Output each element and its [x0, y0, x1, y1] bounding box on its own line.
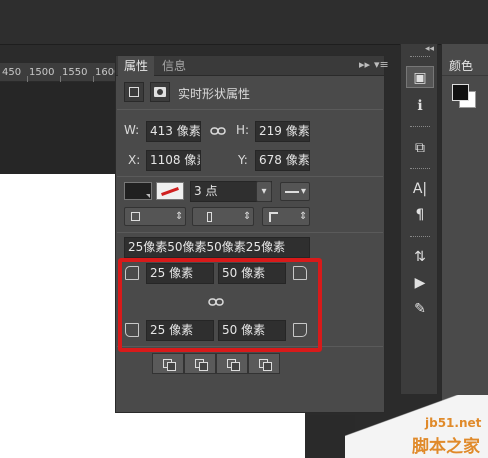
stroke-corners-dropdown[interactable]: ⇕: [262, 207, 310, 226]
exclude-overlapping-shapes-icon[interactable]: [248, 353, 280, 374]
divider: [117, 176, 383, 177]
ruler-label: 1500: [29, 67, 55, 78]
paragraph-icon[interactable]: ¶: [406, 204, 434, 226]
height-field[interactable]: 219 像素: [255, 121, 310, 142]
shape-properties-icon[interactable]: [124, 82, 144, 102]
info-icon[interactable]: ℹ: [406, 95, 434, 117]
subtract-front-shape-icon[interactable]: [184, 353, 216, 374]
watermark-name: 脚本之家: [412, 437, 480, 457]
panel-menu-icon[interactable]: ▾≡: [374, 58, 389, 71]
foreground-color-swatch[interactable]: [452, 84, 469, 101]
y-label: Y:: [238, 153, 248, 167]
path-operations-group: [152, 353, 282, 374]
tab-info[interactable]: 信息: [156, 56, 192, 76]
3d-icon[interactable]: ▣: [406, 66, 434, 88]
horizontal-ruler: 450 1500 1550 1600: [0, 63, 120, 82]
stroke-caps-dropdown[interactable]: ⇕: [192, 207, 254, 226]
link-dimensions-icon[interactable]: [210, 126, 226, 136]
intersect-shape-areas-icon[interactable]: [216, 353, 248, 374]
panel-tab-bar: 属性 信息 ▸▸ ▾≡: [116, 56, 389, 76]
actions-icon[interactable]: ⇅: [406, 246, 434, 268]
fill-color-swatch[interactable]: [124, 182, 152, 200]
width-label: W:: [124, 123, 140, 137]
panel-collapse-icon[interactable]: ▸▸: [359, 58, 370, 71]
stroke-width-value: 3 点: [194, 184, 218, 198]
ruler-label: 450: [2, 67, 22, 78]
play-icon[interactable]: ▶: [406, 272, 434, 294]
stroke-width-dropdown-icon[interactable]: ▾: [256, 181, 272, 202]
ruler-label: 1550: [62, 67, 88, 78]
y-field[interactable]: 678 像素: [255, 150, 310, 171]
tool-presets-icon[interactable]: ✎: [406, 298, 434, 320]
section-title: 实时形状属性: [178, 87, 251, 101]
tab-color[interactable]: 颜色: [442, 56, 488, 76]
color-panel: 颜色: [441, 44, 488, 444]
combine-shapes-icon[interactable]: [152, 353, 184, 374]
collapse-arrows-icon[interactable]: ◂◂: [425, 44, 434, 54]
corner-radii-summary[interactable]: 25像素50像素50像素25像素: [124, 237, 310, 258]
history-icon[interactable]: ⧉: [406, 137, 434, 159]
canvas-pasteboard: [0, 82, 118, 174]
character-icon[interactable]: A|: [406, 178, 434, 200]
x-field[interactable]: 1108 像素: [146, 150, 201, 171]
stroke-color-swatch[interactable]: [156, 182, 184, 200]
watermark-site: jb51.net: [425, 416, 482, 430]
stroke-align-dropdown[interactable]: ⇕: [124, 207, 186, 226]
x-label: X:: [128, 153, 141, 167]
properties-panel: 属性 信息 ▸▸ ▾≡ 实时形状属性 W: 413 像素 H: 219 像素 X…: [115, 55, 389, 413]
stroke-type-dropdown[interactable]: ▾: [280, 182, 310, 201]
divider: [117, 109, 383, 110]
height-label: H:: [236, 123, 250, 137]
corner-radius-highlight: [118, 258, 322, 352]
app-top-bar: [0, 0, 488, 45]
width-field[interactable]: 413 像素: [146, 121, 201, 142]
divider: [117, 232, 383, 233]
panel-icon-strip: ◂◂ ▣ ℹ ⧉ A| ¶ ⇅ ▶ ✎: [400, 44, 438, 394]
tab-properties[interactable]: 属性: [118, 56, 155, 76]
mask-properties-icon[interactable]: [150, 82, 170, 102]
